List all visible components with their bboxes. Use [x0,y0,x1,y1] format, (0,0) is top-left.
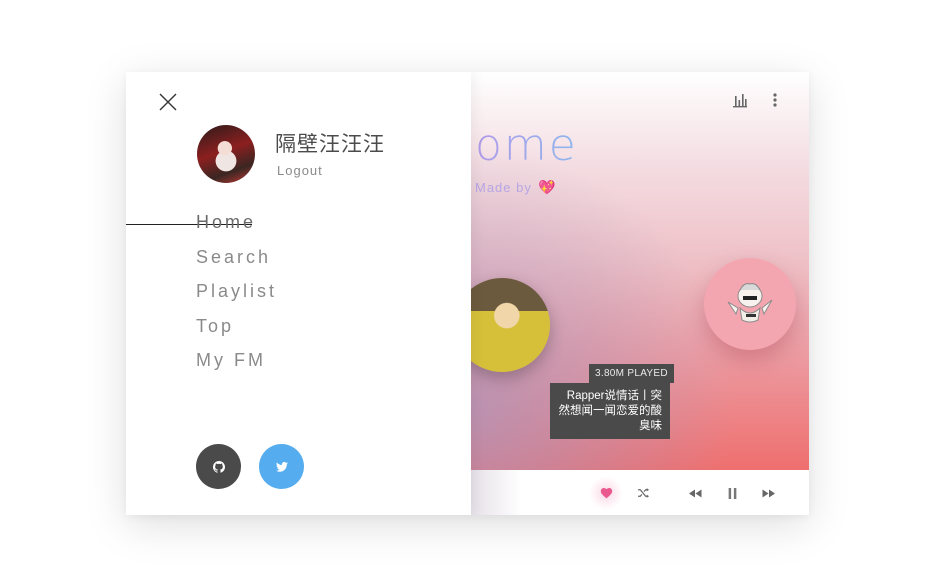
side-drawer: 隔壁汪汪汪 Logout Home Search Playlist Top My… [126,72,471,515]
close-icon[interactable] [159,93,177,111]
page-title: ome [475,120,578,171]
nav-item-playlist[interactable]: Playlist [196,281,277,316]
nav-item-search[interactable]: Search [196,247,277,282]
playlist-cover-center[interactable] [704,258,796,350]
player-bar [471,470,809,515]
nav-item-my-fm[interactable]: My FM [196,350,277,385]
next-button[interactable] [759,484,777,502]
like-button[interactable] [589,476,623,510]
play-count-badge: 3.80M PLAYED [589,364,674,383]
more-vertical-icon[interactable] [771,91,779,109]
twitter-button[interactable] [259,444,304,489]
pause-icon [728,487,736,499]
stats-icon[interactable] [732,92,748,108]
playlist-cover-left[interactable] [471,278,550,372]
avatar[interactable] [197,125,255,183]
main-panel: ome Made by 💖 3.80M PLAYED Rapper说情话丨突然想… [471,72,809,470]
twitter-icon [275,461,288,472]
shuffle-icon [637,488,649,498]
shuffle-button[interactable] [634,484,652,502]
playlist-title-card[interactable]: Rapper说情话丨突然想闻一闻恋爱的酸臭味 [550,383,670,439]
github-button[interactable] [196,444,241,489]
heart-icon [600,488,612,499]
fast-forward-icon [762,489,775,497]
nav-item-top[interactable]: Top [196,316,277,351]
nav-menu: Home Search Playlist Top My FM [196,212,277,385]
heart-emoji: 💖 [538,179,556,195]
logout-link[interactable]: Logout [277,163,323,178]
nav-item-home[interactable]: Home [196,212,277,247]
rewind-icon [688,489,701,497]
pause-button[interactable] [723,484,741,502]
username: 隔壁汪汪汪 [275,133,385,156]
cartoon-figure-icon [727,283,773,323]
github-icon [212,460,225,473]
player-bar-fade [471,470,521,515]
made-by-text: Made by [475,180,532,195]
app-window: ome Made by 💖 3.80M PLAYED Rapper说情话丨突然想… [126,72,809,515]
previous-button[interactable] [686,484,704,502]
